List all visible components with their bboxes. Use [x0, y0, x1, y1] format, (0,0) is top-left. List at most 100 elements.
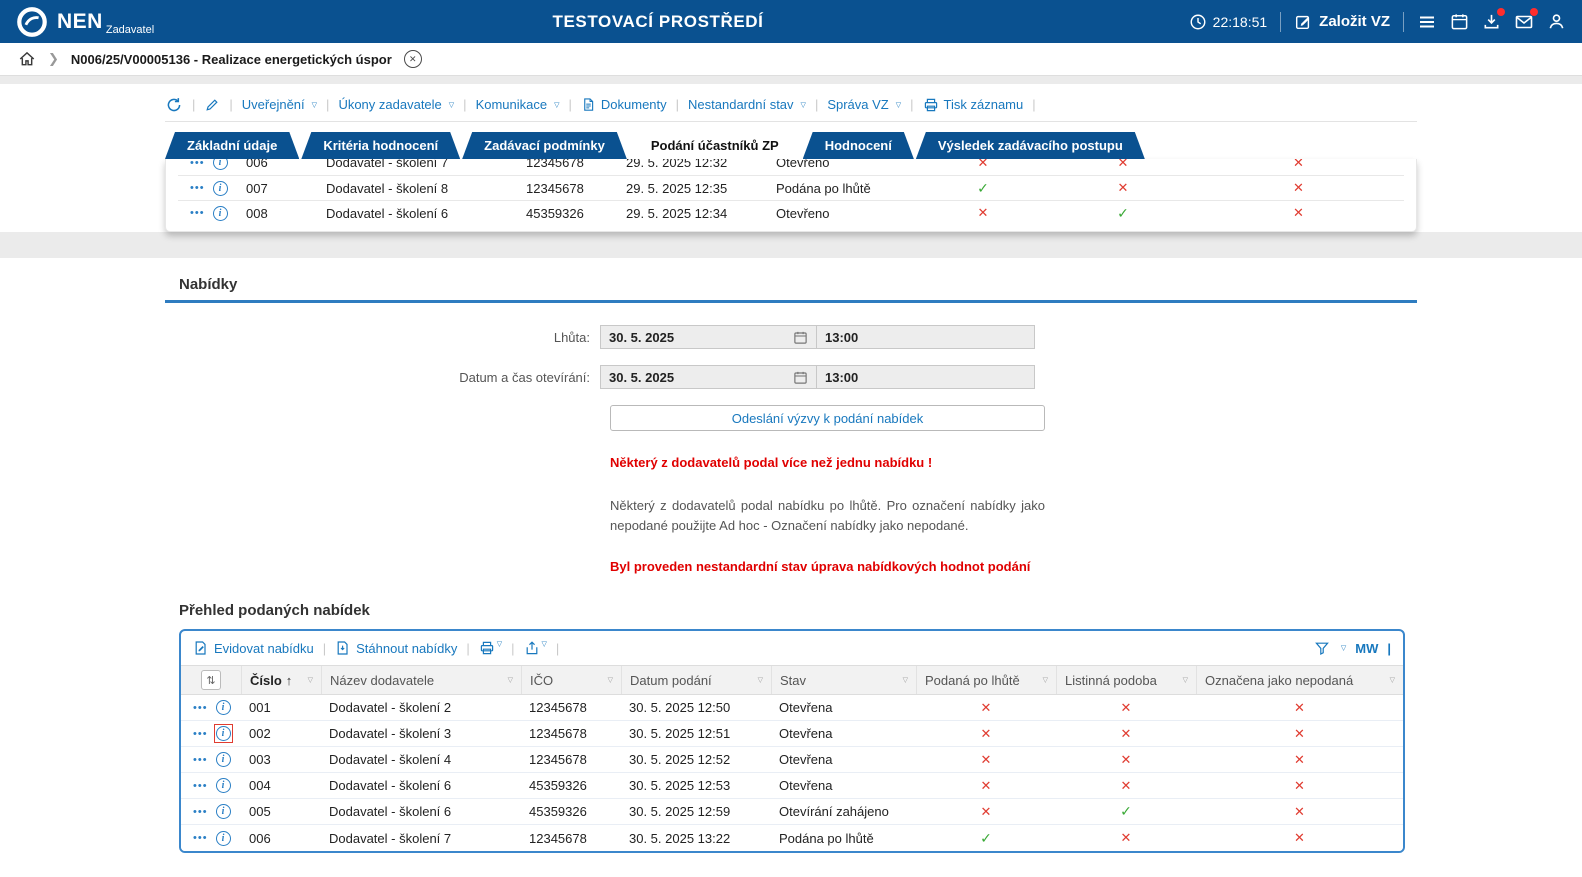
- row-info-button[interactable]: i: [214, 829, 233, 848]
- register-offer-button[interactable]: Evidovat nabídku: [193, 640, 314, 656]
- row-menu-icon[interactable]: •••: [193, 832, 208, 844]
- col-header-podana-po-lhute[interactable]: Podaná po lhůtě▽: [916, 666, 1056, 694]
- offer-row-002[interactable]: •••i002Dodavatel - školení 31234567830. …: [181, 721, 1403, 747]
- row-info-button[interactable]: i: [214, 776, 233, 795]
- offer-row-006[interactable]: •••i006Dodavatel - školení 71234567830. …: [181, 825, 1403, 851]
- participant-row-008[interactable]: •••i008Dodavatel - školení 64535932629. …: [178, 200, 1404, 225]
- toolbar-item-dokumenty[interactable]: Dokumenty: [581, 97, 667, 112]
- row-info-button[interactable]: i: [214, 750, 233, 769]
- participant-row-006[interactable]: •••i006Dodavatel - školení 71234567829. …: [178, 159, 1404, 175]
- tab-vysledek-zadavaciho-postupu[interactable]: Výsledek zadávacího postupu: [916, 132, 1145, 159]
- col-header-nazev-dodavatele[interactable]: Název dodavatele▽: [321, 666, 521, 694]
- row-menu-icon[interactable]: •••: [190, 182, 205, 194]
- dropdown-arrow-icon: ▽: [312, 101, 317, 109]
- offer-status: Podána po lhůtě: [771, 831, 916, 846]
- notification-badge: [1497, 8, 1505, 16]
- check-icon: ✓: [977, 180, 989, 196]
- tab-kriteria-hodnoceni[interactable]: Kritéria hodnocení: [301, 132, 460, 159]
- downloads-button[interactable]: [1482, 12, 1501, 31]
- column-filter-icon[interactable]: ▽: [758, 676, 763, 684]
- offer-row-005[interactable]: •••i005Dodavatel - školení 64535932630. …: [181, 799, 1403, 825]
- deadline-date-input[interactable]: 30. 5. 2025: [601, 326, 817, 348]
- calendar-small-icon[interactable]: [793, 370, 808, 385]
- view-dropdown-icon[interactable]: ▽: [1341, 644, 1346, 652]
- cross-icon: ✕: [1121, 726, 1132, 741]
- separator: |: [1032, 97, 1035, 112]
- participant-row-007[interactable]: •••i007Dodavatel - školení 81234567829. …: [178, 175, 1404, 200]
- row-info-button[interactable]: i: [214, 724, 233, 743]
- paper-form-flag: ✕: [1056, 830, 1196, 846]
- col-header-listinna-podoba[interactable]: Listinná podoba▽: [1056, 666, 1196, 694]
- tab-podani-ucastniku-zp[interactable]: Podání účastníků ZP: [629, 132, 801, 159]
- row-info-button[interactable]: i: [211, 159, 230, 172]
- info-icon: i: [216, 752, 231, 767]
- opening-time-input[interactable]: 13:00: [817, 366, 1034, 388]
- row-menu-icon[interactable]: •••: [193, 702, 208, 714]
- offer-number: 008: [238, 206, 318, 221]
- column-filter-icon[interactable]: ▽: [608, 676, 613, 684]
- opening-date-input[interactable]: 30. 5. 2025: [601, 366, 817, 388]
- late-flag: ✕: [916, 752, 1056, 768]
- offer-row-003[interactable]: •••i003Dodavatel - školení 41234567830. …: [181, 747, 1403, 773]
- row-info-button[interactable]: i: [214, 802, 233, 821]
- tab-zadavaci-podminky[interactable]: Zadávací podmínky: [462, 132, 627, 159]
- filter-button[interactable]: [1314, 640, 1330, 656]
- column-filter-icon[interactable]: ▽: [1390, 676, 1395, 684]
- row-menu-icon[interactable]: •••: [190, 207, 205, 219]
- calendar-button[interactable]: [1450, 12, 1469, 31]
- tab-hodnoceni[interactable]: Hodnocení: [803, 132, 914, 159]
- offer-row-001[interactable]: •••i001Dodavatel - školení 21234567830. …: [181, 695, 1403, 721]
- print-table-button[interactable]: ▽: [479, 640, 502, 656]
- toolbar-item-tisk-zaznamu[interactable]: Tisk záznamu: [923, 97, 1024, 113]
- view-mw-label[interactable]: MW: [1355, 641, 1378, 656]
- column-filter-icon[interactable]: ▽: [308, 676, 313, 684]
- col-label: Stav: [780, 673, 806, 688]
- cross-icon: ✕: [981, 700, 992, 715]
- breadcrumb-record[interactable]: N006/25/V00005136 - Realizace energetick…: [71, 52, 392, 67]
- export-table-button[interactable]: ▽: [524, 640, 547, 656]
- edit-record-button[interactable]: [204, 97, 220, 113]
- col-header-datum-podani[interactable]: Datum podání▽: [621, 666, 771, 694]
- col-header-cislo[interactable]: Číslo↑▽: [241, 666, 321, 694]
- toolbar-item-uverejneni[interactable]: Uveřejnění▽: [242, 97, 317, 112]
- column-filter-icon[interactable]: ▽: [508, 676, 513, 684]
- download-offers-button[interactable]: Stáhnout nabídky: [335, 640, 457, 656]
- row-menu-icon[interactable]: •••: [190, 159, 205, 169]
- marked-notsubmitted-flag: ✕: [1193, 159, 1404, 171]
- toolbar-item-nestandardni-stav[interactable]: Nestandardní stav▽: [688, 97, 806, 112]
- row-menu-icon[interactable]: •••: [193, 806, 208, 818]
- column-filter-icon[interactable]: ▽: [903, 676, 908, 684]
- toolbar-item-sprava-vz[interactable]: Správa VZ▽: [827, 97, 901, 112]
- column-filter-icon[interactable]: ▽: [1183, 676, 1188, 684]
- row-info-button[interactable]: i: [214, 698, 233, 717]
- sort-settings-icon[interactable]: ⇅: [201, 670, 221, 690]
- home-icon[interactable]: [18, 50, 36, 68]
- row-menu-icon[interactable]: •••: [193, 754, 208, 766]
- deadline-time-input[interactable]: 13:00: [817, 326, 1034, 348]
- toolbar-item-ukony-zadavatele[interactable]: Úkony zadavatele▽: [338, 97, 454, 112]
- messages-button[interactable]: [1514, 12, 1534, 32]
- profile-button[interactable]: [1547, 12, 1566, 31]
- create-vz-label: Založit VZ: [1319, 13, 1390, 30]
- column-filter-icon[interactable]: ▽: [1043, 676, 1048, 684]
- col-header-oznacena-jako-nepodana[interactable]: Označena jako nepodaná▽: [1196, 666, 1403, 694]
- send-invite-button[interactable]: Odeslání výzvy k podání nabídek: [610, 405, 1045, 431]
- offer-row-004[interactable]: •••i004Dodavatel - školení 64535932630. …: [181, 773, 1403, 799]
- calendar-small-icon[interactable]: [793, 330, 808, 345]
- row-info-button[interactable]: i: [211, 204, 230, 223]
- separator: |: [229, 97, 232, 112]
- row-menu-icon[interactable]: •••: [193, 780, 208, 792]
- col-header-ico[interactable]: IČO▽: [521, 666, 621, 694]
- history-button[interactable]: [165, 96, 183, 114]
- row-menu-icon[interactable]: •••: [193, 728, 208, 740]
- tab-zakladni-udaje[interactable]: Základní údaje: [165, 132, 299, 159]
- offer-status: Otevřeno: [768, 206, 913, 221]
- menu-button[interactable]: [1417, 12, 1437, 32]
- col-header-tools[interactable]: ⇅: [181, 666, 241, 694]
- create-vz-button[interactable]: Založit VZ: [1294, 13, 1390, 31]
- toolbar-item-komunikace[interactable]: Komunikace▽: [476, 97, 560, 112]
- close-record-icon[interactable]: ✕: [404, 50, 422, 68]
- row-info-button[interactable]: i: [211, 179, 230, 198]
- col-header-stav[interactable]: Stav ▽: [771, 666, 916, 694]
- hamburger-icon: [1417, 12, 1437, 32]
